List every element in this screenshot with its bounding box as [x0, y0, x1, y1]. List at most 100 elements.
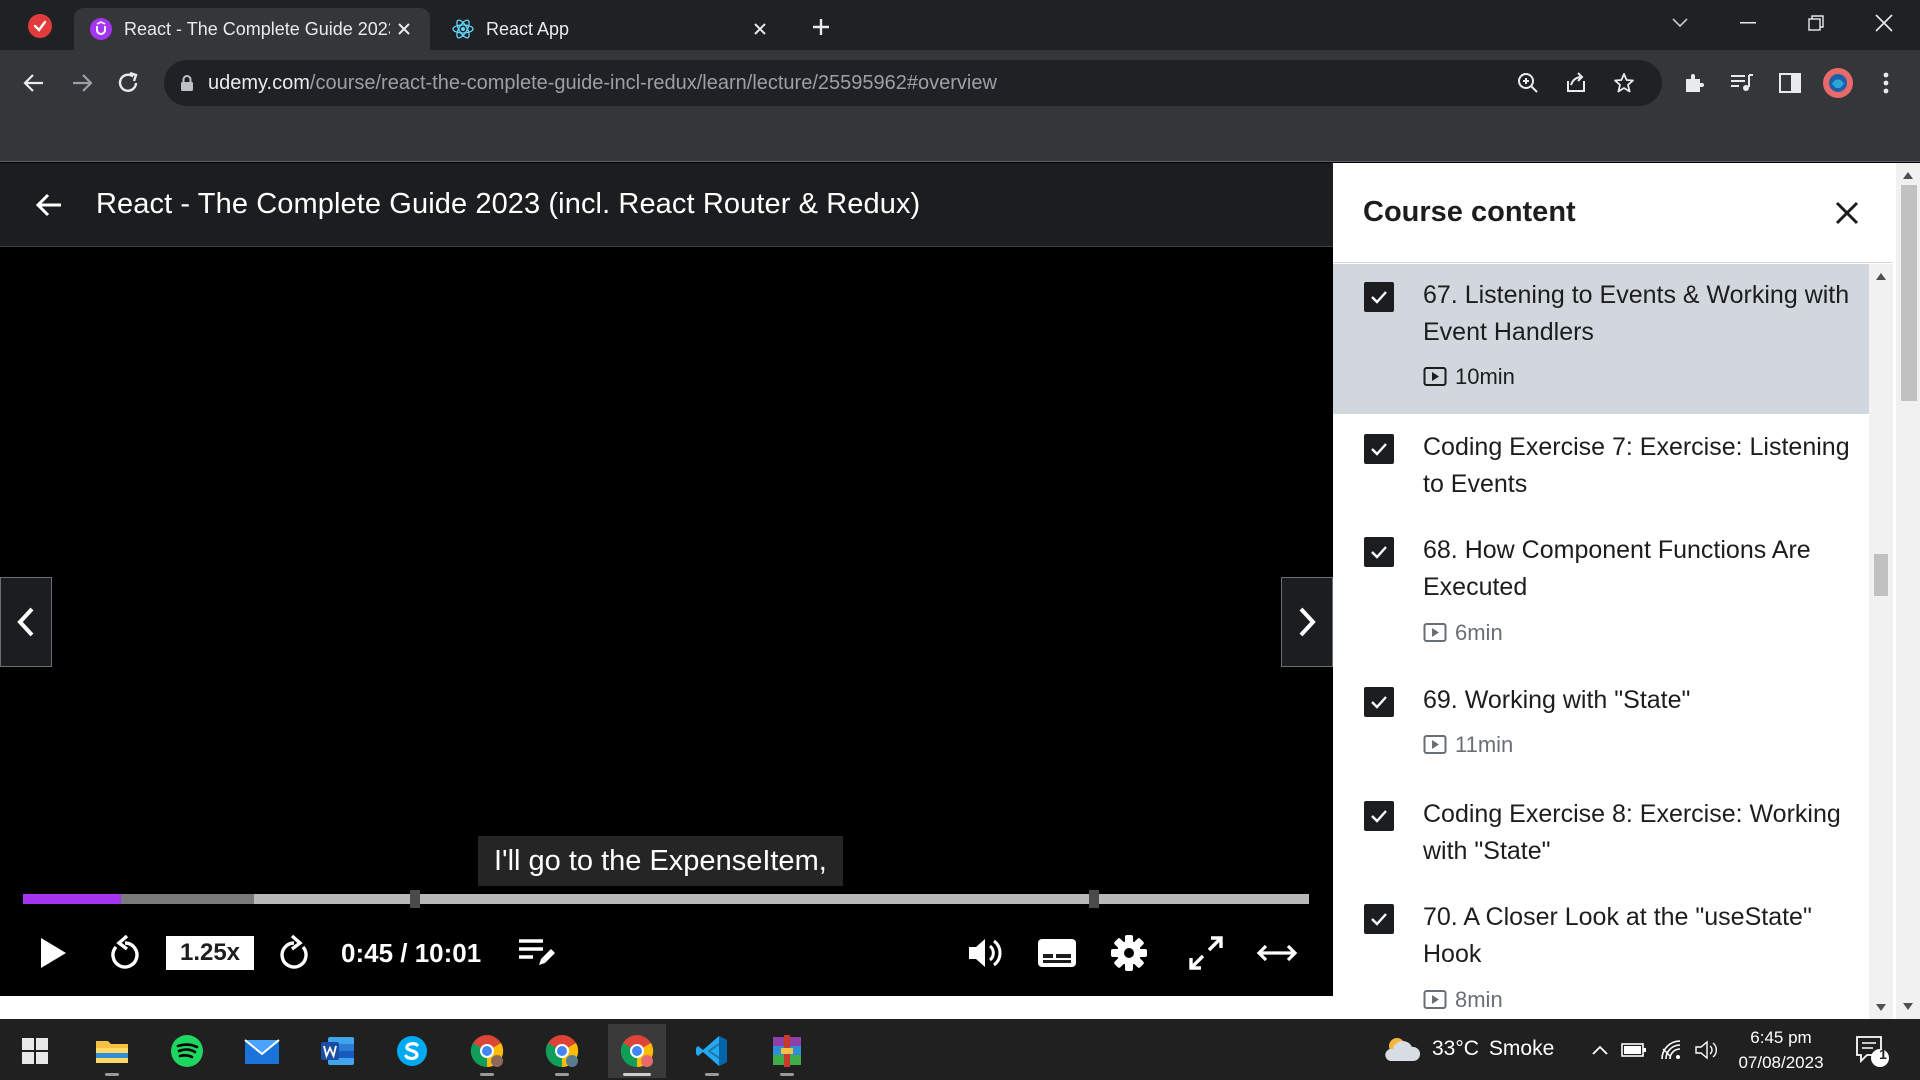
tab-react-app[interactable]: React App	[436, 8, 786, 50]
scroll-up-icon[interactable]	[1903, 171, 1913, 179]
chevron-up-icon[interactable]	[1586, 1036, 1614, 1064]
vscode-icon[interactable]	[683, 1024, 741, 1078]
close-sidebar-icon[interactable]	[1827, 193, 1867, 233]
wifi-icon[interactable]	[1658, 1036, 1686, 1064]
next-lecture-button[interactable]	[1281, 577, 1333, 667]
bookmark-marker[interactable]	[1089, 890, 1100, 908]
scroll-down-icon[interactable]	[1903, 1003, 1913, 1011]
minimize-icon[interactable]	[1728, 8, 1768, 38]
mail-icon[interactable]	[233, 1024, 291, 1078]
video-player[interactable]: I'll go to the ExpenseItem, 1.25x 0:45 /…	[0, 248, 1333, 996]
completed-checkbox[interactable]	[1364, 282, 1394, 312]
notification-count: 1	[1879, 1046, 1887, 1062]
extensions-icon[interactable]	[1678, 67, 1710, 99]
lock-icon[interactable]	[180, 74, 194, 92]
lecture-title: Coding Exercise 7: Exercise: Listening t…	[1423, 433, 1850, 498]
settings-gear-icon[interactable]	[1106, 930, 1152, 976]
new-tab-button[interactable]	[806, 12, 836, 42]
rewind-5-icon[interactable]	[102, 930, 148, 976]
tab-udemy-course[interactable]: React - The Complete Guide 2023 (incl. R…	[74, 8, 430, 50]
back-icon[interactable]	[18, 67, 50, 99]
word-icon[interactable]	[308, 1024, 366, 1078]
play-icon[interactable]	[30, 930, 76, 976]
scrollbar-thumb[interactable]	[1901, 185, 1917, 401]
battery-icon[interactable]	[1620, 1036, 1648, 1064]
lecture-duration: 8min	[1423, 987, 1503, 1013]
browser-toolbar: udemy.com/course/react-the-complete-guid…	[0, 50, 1920, 116]
lecture-title: Coding Exercise 8: Exercise: Working wit…	[1423, 800, 1841, 865]
completed-checkbox[interactable]	[1364, 801, 1394, 831]
fullscreen-icon[interactable]	[1183, 930, 1229, 976]
expand-width-icon[interactable]	[1254, 930, 1300, 976]
lecture-list-scrollbar[interactable]	[1869, 264, 1893, 1019]
back-arrow-icon[interactable]	[24, 180, 74, 230]
clock-time: 6:45 pm	[1750, 1028, 1812, 1047]
sidebar-header: Course content	[1333, 163, 1893, 263]
spotify-icon[interactable]	[158, 1024, 216, 1078]
browser-tab-bar: React - The Complete Guide 2023 (incl. R…	[0, 0, 1920, 50]
bookmark-marker[interactable]	[410, 890, 421, 908]
completed-checkbox[interactable]	[1364, 434, 1394, 464]
video-icon	[1423, 367, 1447, 386]
bookmark-star-icon[interactable]	[1610, 69, 1638, 97]
close-tab-icon[interactable]	[746, 15, 774, 43]
progress-bar[interactable]	[23, 890, 1309, 908]
skype-icon[interactable]	[383, 1024, 441, 1078]
share-icon[interactable]	[1562, 69, 1590, 97]
weather-widget[interactable]: 33°C Smoke	[1382, 1029, 1554, 1069]
address-bar[interactable]: udemy.com/course/react-the-complete-guid…	[164, 60, 1662, 106]
completed-checkbox[interactable]	[1364, 687, 1394, 717]
profile-avatar[interactable]	[1822, 67, 1854, 99]
captions-icon[interactable]	[1034, 930, 1080, 976]
volume-icon[interactable]	[962, 930, 1008, 976]
lecture-item-68[interactable]: 68. How Component Functions Are Executed…	[1333, 517, 1869, 667]
scroll-down-icon[interactable]	[1876, 1004, 1886, 1012]
close-tab-icon[interactable]	[390, 15, 418, 43]
lecture-title: 70. A Closer Look at the "useState" Hook	[1423, 903, 1812, 968]
lecture-item-69[interactable]: 69. Working with "State" 11min	[1333, 667, 1869, 781]
duration-text: 11min	[1455, 732, 1514, 757]
lecture-item-coding-exercise-7[interactable]: Coding Exercise 7: Exercise: Listening t…	[1333, 414, 1869, 517]
page-scrollbar[interactable]	[1896, 163, 1920, 1019]
chrome-menu-icon[interactable]	[1870, 67, 1902, 99]
side-panel-icon[interactable]	[1774, 67, 1806, 99]
running-indicator	[105, 1073, 119, 1076]
chrome-icon[interactable]	[608, 1024, 666, 1078]
windows-start-icon[interactable]	[6, 1024, 64, 1078]
zoom-icon[interactable]	[1514, 69, 1542, 97]
lecture-item-coding-exercise-8[interactable]: Coding Exercise 8: Exercise: Working wit…	[1333, 781, 1869, 884]
reload-icon[interactable]	[112, 67, 144, 99]
scroll-up-icon[interactable]	[1876, 272, 1886, 280]
chrome-icon[interactable]	[533, 1024, 591, 1078]
url-host: udemy.com	[208, 71, 310, 94]
time-display: 0:45 / 10:01	[341, 938, 482, 968]
notification-center-icon[interactable]: 1	[1854, 1033, 1892, 1069]
course-title: React - The Complete Guide 2023 (incl. R…	[96, 188, 921, 220]
restore-icon[interactable]	[1796, 8, 1836, 38]
lecture-title: 68. How Component Functions Are Executed	[1423, 536, 1811, 601]
react-icon	[452, 18, 474, 40]
duration-text: 6min	[1455, 620, 1503, 645]
chrome-icon[interactable]	[458, 1024, 516, 1078]
lecture-item-67[interactable]: 67. Listening to Events & Working with E…	[1333, 264, 1869, 414]
todoist-icon[interactable]	[28, 14, 52, 38]
playback-speed-button[interactable]: 1.25x	[166, 936, 254, 970]
lecture-duration: 6min	[1423, 620, 1503, 646]
close-window-icon[interactable]	[1864, 8, 1904, 38]
add-note-icon[interactable]	[514, 930, 560, 976]
scrollbar-thumb[interactable]	[1874, 554, 1888, 596]
forward-5-icon[interactable]	[271, 930, 317, 976]
winrar-icon[interactable]	[758, 1024, 816, 1078]
file-explorer-icon[interactable]	[83, 1024, 141, 1078]
speaker-icon[interactable]	[1692, 1036, 1720, 1064]
media-control-icon[interactable]	[1726, 67, 1758, 99]
completed-checkbox[interactable]	[1364, 904, 1394, 934]
forward-icon[interactable]	[66, 67, 98, 99]
udemy-icon	[90, 18, 112, 40]
tab-search-icon[interactable]	[1660, 8, 1700, 38]
completed-checkbox[interactable]	[1364, 537, 1394, 567]
clock-date: 07/08/2023	[1738, 1053, 1824, 1072]
system-clock[interactable]: 6:45 pm 07/08/2023	[1728, 1025, 1834, 1075]
previous-lecture-button[interactable]	[0, 577, 52, 667]
lecture-item-70[interactable]: 70. A Closer Look at the "useState" Hook…	[1333, 884, 1869, 1019]
